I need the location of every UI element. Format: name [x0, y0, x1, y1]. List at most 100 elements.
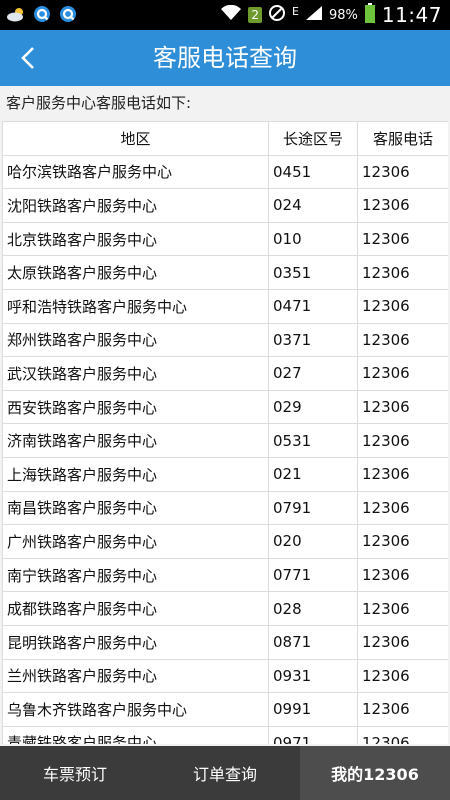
cell-region: 郑州铁路客户服务中心: [2, 322, 269, 358]
service-phone-table: 地区 长途区号 客服电话 哈尔滨铁路客户服务中心 0451 12306 沈阳铁路客户服…: [2, 121, 448, 744]
cell-area-code: 0371: [268, 322, 358, 358]
status-bar: 2 E 98% 11:47: [0, 0, 450, 30]
bottom-nav: 车票预订 订单查询 我的12306: [0, 746, 450, 800]
table-row: 郑州铁路客户服务中心 0371 12306: [2, 322, 448, 358]
cell-region: 哈尔滨铁路客户服务中心: [2, 154, 269, 190]
column-header-phone: 客服电话: [357, 121, 448, 156]
table-row: 成都铁路客户服务中心 028 12306: [2, 591, 448, 626]
sim-2-badge: 2: [248, 7, 262, 23]
battery-percent: 98%: [328, 7, 358, 23]
table-row: 武汉铁路客户服务中心 027 12306: [2, 356, 448, 391]
cell-phone[interactable]: 12306: [357, 490, 448, 526]
table-row: 青藏铁路客户服务中心 0971 12306: [2, 725, 448, 744]
weather-cloud-icon: [6, 4, 26, 24]
cell-phone[interactable]: 12306: [357, 591, 448, 626]
cell-area-code: 0991: [268, 692, 358, 727]
service-phone-table-container[interactable]: 地区 长途区号 客服电话 哈尔滨铁路客户服务中心 0451 12306 沈阳铁路客户服…: [2, 121, 448, 744]
cell-phone[interactable]: 12306: [357, 692, 448, 727]
cell-area-code: 010: [268, 221, 358, 257]
cell-phone[interactable]: 12306: [357, 456, 448, 492]
cell-phone[interactable]: 12306: [357, 389, 448, 425]
cell-area-code: 0471: [268, 288, 358, 324]
cell-region: 青藏铁路客户服务中心: [2, 725, 269, 744]
table-row: 沈阳铁路客户服务中心 024 12306: [2, 188, 448, 223]
cell-phone[interactable]: 12306: [357, 288, 448, 324]
nav-ticket-booking[interactable]: 车票预订: [0, 746, 150, 800]
table-row: 兰州铁路客户服务中心 0931 12306: [2, 658, 448, 694]
cell-area-code: 0771: [268, 557, 358, 593]
cell-phone[interactable]: 12306: [357, 188, 448, 223]
cell-region: 武汉铁路客户服务中心: [2, 356, 269, 391]
app-header: 客服电话查询: [0, 30, 450, 86]
cell-region: 西安铁路客户服务中心: [2, 389, 269, 425]
cell-region: 太原铁路客户服务中心: [2, 255, 269, 290]
cell-phone[interactable]: 12306: [357, 624, 448, 660]
cell-area-code: 024: [268, 188, 358, 223]
intro-text: 客户服务中心客服电话如下:: [6, 94, 192, 112]
cell-area-code: 0791: [268, 490, 358, 526]
cell-region: 乌鲁木齐铁路客户服务中心: [2, 692, 269, 727]
qq-browser-icon: [58, 4, 78, 24]
cell-phone[interactable]: 12306: [357, 524, 448, 559]
network-type-label: E: [292, 4, 299, 18]
nav-my-12306[interactable]: 我的12306: [300, 746, 450, 800]
system-icons: 2 E 98% 11:47: [220, 3, 442, 27]
column-header-region: 地区: [2, 121, 269, 156]
cell-region: 沈阳铁路客户服务中心: [2, 188, 269, 223]
back-button[interactable]: [8, 38, 48, 78]
table-header-row: 地区 长途区号 客服电话: [2, 121, 448, 156]
cell-region: 北京铁路客户服务中心: [2, 221, 269, 257]
cell-region: 南宁铁路客户服务中心: [2, 557, 269, 593]
cell-phone[interactable]: 12306: [357, 154, 448, 190]
do-not-disturb-icon: [268, 4, 286, 26]
cell-region: 呼和浩特铁路客户服务中心: [2, 288, 269, 324]
table-row: 呼和浩特铁路客户服务中心 0471 12306: [2, 288, 448, 324]
nav-order-query[interactable]: 订单查询: [150, 746, 300, 800]
chevron-left-icon: [21, 47, 34, 69]
cell-region: 昆明铁路客户服务中心: [2, 624, 269, 660]
table-row: 太原铁路客户服务中心 0351 12306: [2, 255, 448, 290]
qq-search-icon: [32, 4, 52, 24]
table-row: 乌鲁木齐铁路客户服务中心 0991 12306: [2, 692, 448, 727]
cell-phone[interactable]: 12306: [357, 658, 448, 694]
cell-region: 济南铁路客户服务中心: [2, 423, 269, 458]
table-body: 哈尔滨铁路客户服务中心 0451 12306 沈阳铁路客户服务中心 024 12306 北京…: [2, 154, 448, 744]
page-title: 客服电话查询: [153, 44, 297, 72]
cell-region: 南昌铁路客户服务中心: [2, 490, 269, 526]
cell-phone[interactable]: 12306: [357, 725, 448, 744]
cell-phone[interactable]: 12306: [357, 423, 448, 458]
cell-region: 兰州铁路客户服务中心: [2, 658, 269, 694]
cell-area-code: 027: [268, 356, 358, 391]
cell-area-code: 028: [268, 591, 358, 626]
signal-icon: [305, 5, 323, 25]
cell-region: 广州铁路客户服务中心: [2, 524, 269, 559]
cell-area-code: 0931: [268, 658, 358, 694]
table-row: 北京铁路客户服务中心 010 12306: [2, 221, 448, 257]
cell-phone[interactable]: 12306: [357, 557, 448, 593]
cell-region: 上海铁路客户服务中心: [2, 456, 269, 492]
wifi-icon: [220, 4, 242, 25]
column-header-area-code: 长途区号: [268, 121, 358, 156]
cell-area-code: 020: [268, 524, 358, 559]
table-row: 济南铁路客户服务中心 0531 12306: [2, 423, 448, 458]
notification-icons: [6, 4, 78, 24]
cell-region: 成都铁路客户服务中心: [2, 591, 269, 626]
clock: 11:47: [381, 3, 442, 27]
cell-area-code: 0971: [268, 725, 358, 744]
table-row: 南昌铁路客户服务中心 0791 12306: [2, 490, 448, 526]
cell-phone[interactable]: 12306: [357, 255, 448, 290]
cell-phone[interactable]: 12306: [357, 322, 448, 358]
cell-phone[interactable]: 12306: [357, 356, 448, 391]
cell-area-code: 021: [268, 456, 358, 492]
cell-area-code: 029: [268, 389, 358, 425]
table-row: 昆明铁路客户服务中心 0871 12306: [2, 624, 448, 660]
cell-phone[interactable]: 12306: [357, 221, 448, 257]
battery-icon: [364, 3, 376, 27]
table-row: 广州铁路客户服务中心 020 12306: [2, 524, 448, 559]
table-row: 西安铁路客户服务中心 029 12306: [2, 389, 448, 425]
cell-area-code: 0871: [268, 624, 358, 660]
table-row: 南宁铁路客户服务中心 0771 12306: [2, 557, 448, 593]
table-row: 哈尔滨铁路客户服务中心 0451 12306: [2, 154, 448, 190]
table-row: 上海铁路客户服务中心 021 12306: [2, 456, 448, 492]
cell-area-code: 0351: [268, 255, 358, 290]
